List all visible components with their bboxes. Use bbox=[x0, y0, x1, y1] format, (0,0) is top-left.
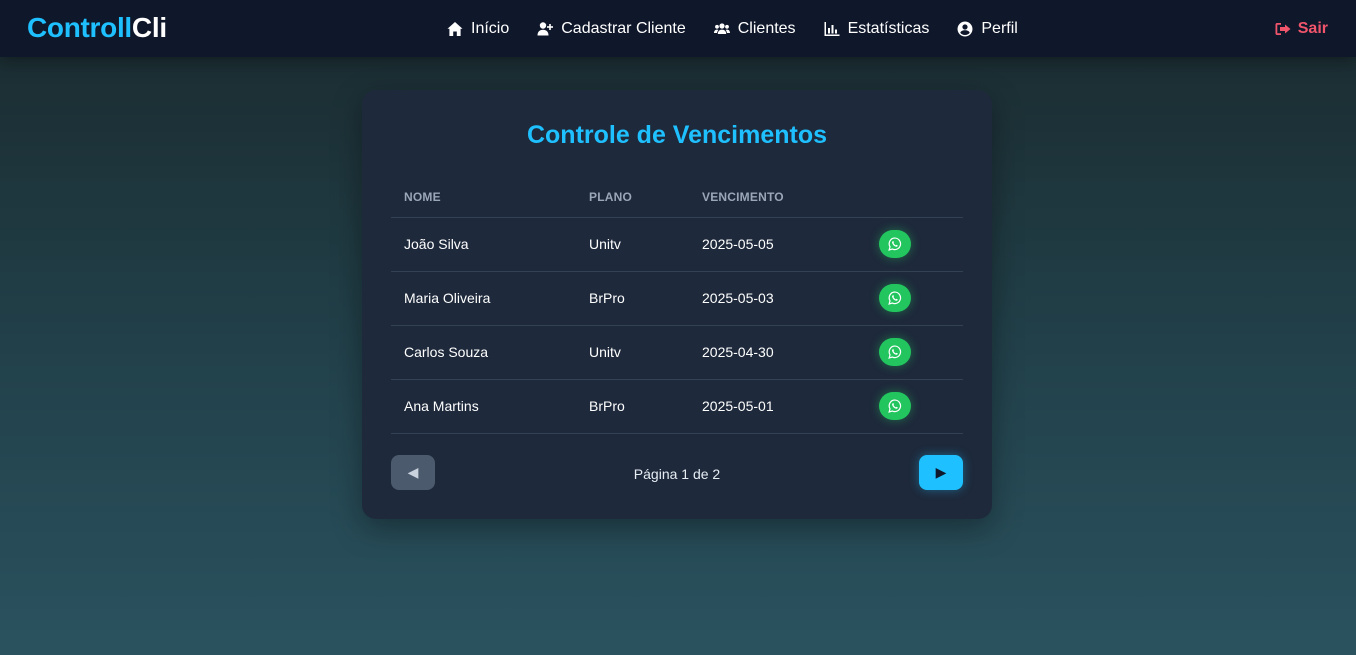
nav-item-label: Estatísticas bbox=[847, 19, 930, 37]
nav-item-label: Cadastrar Cliente bbox=[561, 19, 686, 37]
users-icon bbox=[713, 22, 730, 34]
column-header-actions bbox=[866, 177, 963, 218]
cell-actions bbox=[866, 325, 963, 380]
brand-logo-part1: Controll bbox=[27, 12, 132, 43]
nav-item-estatisticas[interactable]: Estatísticas bbox=[824, 19, 930, 38]
cell-vencimento: 2025-05-03 bbox=[689, 271, 866, 326]
cell-plano: BrPro bbox=[576, 271, 689, 326]
brand-logo[interactable]: ControllCli bbox=[27, 12, 167, 44]
nav-item-perfil[interactable]: Perfil bbox=[957, 19, 1018, 38]
brand-logo-part2: Cli bbox=[131, 12, 167, 43]
due-dates-table: NOME PLANO VENCIMENTO João Silva Unitv 2… bbox=[391, 177, 963, 434]
table-header-row: NOME PLANO VENCIMENTO bbox=[391, 177, 963, 218]
cell-vencimento: 2025-05-05 bbox=[689, 217, 866, 272]
cell-plano: Unitv bbox=[576, 325, 689, 380]
logout-label: Sair bbox=[1297, 19, 1328, 37]
table-row: Ana Martins BrPro 2025-05-01 bbox=[391, 379, 963, 434]
cell-nome: Ana Martins bbox=[391, 379, 576, 434]
nav-item-label: Início bbox=[471, 19, 510, 37]
cell-actions bbox=[866, 379, 963, 434]
logout-button[interactable]: Sair bbox=[1275, 0, 1328, 57]
chart-icon bbox=[824, 21, 840, 36]
nav-item-label: Clientes bbox=[737, 19, 796, 37]
whatsapp-icon bbox=[888, 237, 902, 251]
whatsapp-icon bbox=[888, 399, 902, 413]
navbar: ControllCli Início Cadastrar Cliente Cli… bbox=[0, 0, 1356, 57]
home-icon bbox=[447, 21, 463, 36]
table-row: Maria Oliveira BrPro 2025-05-03 bbox=[391, 271, 963, 326]
whatsapp-button[interactable] bbox=[879, 230, 911, 258]
nav-links: Início Cadastrar Cliente Clientes Estatí… bbox=[447, 0, 1018, 57]
whatsapp-icon bbox=[888, 291, 902, 305]
cell-plano: Unitv bbox=[576, 217, 689, 272]
due-dates-card: Controle de Vencimentos NOME PLANO VENCI… bbox=[362, 90, 992, 519]
whatsapp-icon bbox=[888, 345, 902, 359]
sign-out-icon bbox=[1275, 22, 1291, 35]
whatsapp-button[interactable] bbox=[879, 392, 911, 420]
cell-nome: João Silva bbox=[391, 217, 576, 272]
next-page-button[interactable]: ▶ bbox=[919, 455, 963, 490]
whatsapp-button[interactable] bbox=[879, 338, 911, 366]
column-header-plano: PLANO bbox=[576, 177, 689, 218]
nav-item-cadastrar-cliente[interactable]: Cadastrar Cliente bbox=[537, 20, 686, 38]
pagination-info: Página 1 de 2 bbox=[633, 466, 721, 482]
nav-item-clientes[interactable]: Clientes bbox=[713, 19, 796, 38]
cell-plano: BrPro bbox=[576, 379, 689, 434]
page-title: Controle de Vencimentos bbox=[526, 121, 828, 149]
whatsapp-button[interactable] bbox=[879, 284, 911, 312]
cell-nome: Carlos Souza bbox=[391, 325, 576, 380]
table-row: João Silva Unitv 2025-05-05 bbox=[391, 217, 963, 272]
cell-actions bbox=[866, 217, 963, 272]
cell-vencimento: 2025-04-30 bbox=[689, 325, 866, 380]
next-arrow-icon: ▶ bbox=[935, 464, 947, 480]
table-row: Carlos Souza Unitv 2025-04-30 bbox=[391, 325, 963, 380]
user-circle-icon bbox=[957, 21, 973, 36]
nav-item-label: Perfil bbox=[981, 19, 1018, 37]
cell-actions bbox=[866, 271, 963, 326]
cell-nome: Maria Oliveira bbox=[391, 271, 576, 326]
column-header-nome: NOME bbox=[391, 177, 576, 218]
cell-vencimento: 2025-05-01 bbox=[689, 379, 866, 434]
nav-item-inicio[interactable]: Início bbox=[447, 20, 509, 38]
column-header-vencimento: VENCIMENTO bbox=[689, 177, 866, 218]
user-plus-icon bbox=[537, 21, 554, 35]
